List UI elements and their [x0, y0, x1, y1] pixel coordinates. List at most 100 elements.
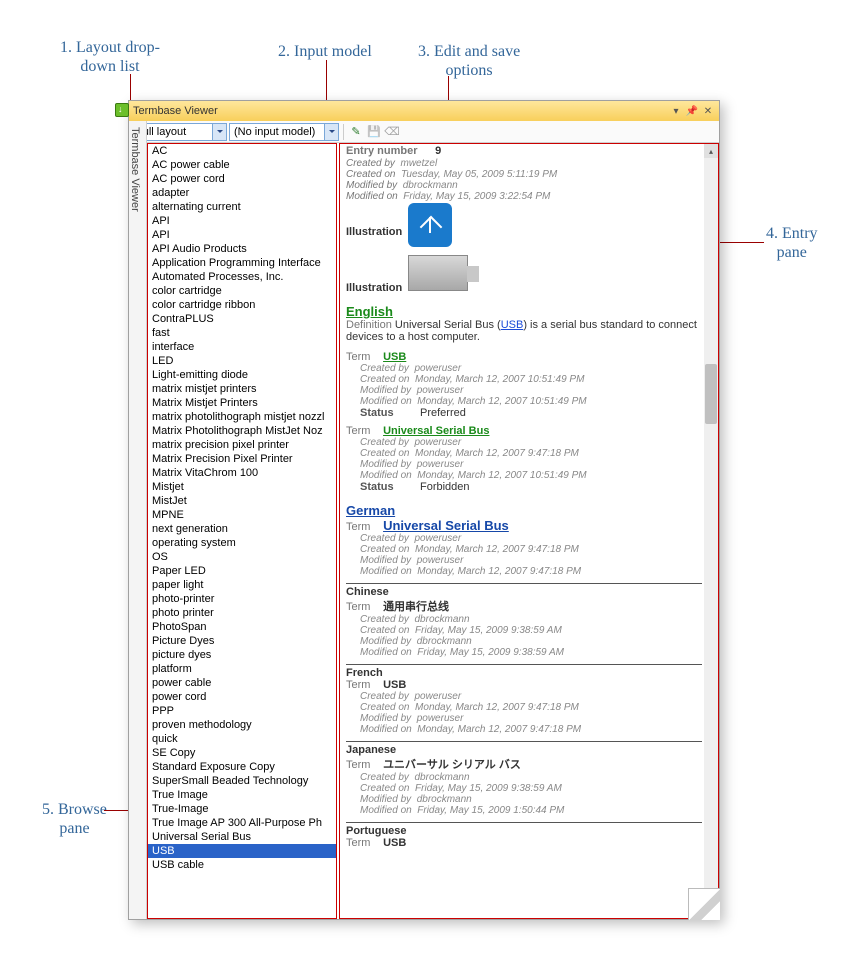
input-model-dropdown[interactable]: (No input model) — [229, 123, 339, 141]
list-item[interactable]: Matrix Precision Pixel Printer — [148, 452, 336, 466]
list-item[interactable]: platform — [148, 662, 336, 676]
list-item[interactable]: color cartridge — [148, 284, 336, 298]
list-item[interactable]: alternating current — [148, 200, 336, 214]
list-item[interactable]: paper light — [148, 578, 336, 592]
list-item[interactable]: API Audio Products — [148, 242, 336, 256]
list-item[interactable]: Matrix Photolithograph MistJet Noz — [148, 424, 336, 438]
meta: Modified by — [360, 555, 411, 566]
meta: Modified by — [360, 459, 411, 470]
list-item[interactable]: next generation — [148, 522, 336, 536]
meta: poweruser — [417, 385, 464, 396]
list-item[interactable]: photo-printer — [148, 592, 336, 606]
list-item[interactable]: True Image — [148, 788, 336, 802]
list-item[interactable]: SuperSmall Beaded Technology — [148, 774, 336, 788]
list-item[interactable]: AC — [148, 144, 336, 158]
list-item[interactable]: power cable — [148, 676, 336, 690]
page-curl-decoration — [688, 888, 720, 920]
meta: poweruser — [417, 713, 464, 724]
term-value[interactable]: USB — [383, 679, 406, 691]
vertical-tab[interactable]: Termbase Viewer — [129, 121, 147, 919]
list-item[interactable]: Matrix VitaChrom 100 — [148, 466, 336, 480]
meta: Modified on — [360, 647, 412, 658]
callout-inputmodel: 2. Input model — [278, 42, 372, 61]
term-label: Term — [346, 425, 380, 437]
edit-icon[interactable]: ✎ — [348, 124, 364, 140]
list-item[interactable]: color cartridge ribbon — [148, 298, 336, 312]
list-item[interactable]: ContraPLUS — [148, 312, 336, 326]
illustration-label: Illustration — [346, 226, 402, 238]
toolbar: Full layout (No input model) ✎ 💾 ⌫ — [129, 121, 719, 143]
list-item[interactable]: Mistjet — [148, 480, 336, 494]
list-item[interactable]: Standard Exposure Copy — [148, 760, 336, 774]
meta: poweruser — [414, 363, 461, 374]
list-item[interactable]: True Image AP 300 All-Purpose Ph — [148, 816, 336, 830]
list-item[interactable]: Light-emitting diode — [148, 368, 336, 382]
meta: Modified by — [360, 713, 411, 724]
meta: Monday, March 12, 2007 9:47:18 PM — [417, 724, 581, 735]
list-item[interactable]: Universal Serial Bus — [148, 830, 336, 844]
entry-number: 9 — [435, 145, 441, 157]
meta: Created by — [360, 533, 409, 544]
term-value[interactable]: ユニバーサル シリアル バス — [383, 759, 521, 771]
dropdown-icon[interactable]: ▾ — [669, 104, 683, 118]
list-item[interactable]: Matrix Mistjet Printers — [148, 396, 336, 410]
list-item[interactable]: True-Image — [148, 802, 336, 816]
titlebar[interactable]: Termbase Viewer ▾ 📌 ✕ — [129, 101, 719, 121]
close-icon[interactable]: ✕ — [701, 104, 715, 118]
list-item[interactable]: PPP — [148, 704, 336, 718]
list-item[interactable]: API — [148, 228, 336, 242]
term-label: Term — [346, 601, 380, 613]
pin-icon[interactable]: 📌 — [685, 104, 699, 118]
list-item[interactable]: SE Copy — [148, 746, 336, 760]
termbase-viewer-window: Termbase Viewer ▾ 📌 ✕ Full layout (No in… — [128, 100, 720, 920]
client-area: ACAC power cableAC power cordadapteralte… — [147, 143, 719, 919]
scroll-thumb[interactable] — [705, 364, 717, 424]
meta: dbrockmann — [414, 614, 469, 625]
list-item[interactable]: API — [148, 214, 336, 228]
value-modified-by: dbrockmann — [403, 180, 458, 191]
divider — [346, 822, 702, 823]
list-item[interactable]: USB — [148, 844, 336, 858]
list-item[interactable]: USB cable — [148, 858, 336, 872]
term-value[interactable]: USB — [383, 351, 406, 363]
list-item[interactable]: Paper LED — [148, 564, 336, 578]
entry-number-label: Entry number — [346, 145, 432, 157]
status-value: Preferred — [420, 407, 466, 419]
term-value[interactable]: 通用串行总线 — [383, 601, 449, 613]
meta: Modified by — [360, 794, 411, 805]
list-item[interactable]: operating system — [148, 536, 336, 550]
list-item[interactable]: adapter — [148, 186, 336, 200]
list-item[interactable]: Application Programming Interface — [148, 256, 336, 270]
lang-chinese: Chinese — [346, 586, 389, 598]
list-item[interactable]: LED — [148, 354, 336, 368]
list-item[interactable]: AC power cord — [148, 172, 336, 186]
list-item[interactable]: Picture Dyes — [148, 634, 336, 648]
list-item[interactable]: matrix photolithograph mistjet nozzl — [148, 410, 336, 424]
list-item[interactable]: picture dyes — [148, 648, 336, 662]
list-item[interactable]: Automated Processes, Inc. — [148, 270, 336, 284]
list-item[interactable]: photo printer — [148, 606, 336, 620]
definition-link[interactable]: USB — [501, 319, 524, 331]
list-item[interactable]: quick — [148, 732, 336, 746]
list-item[interactable]: OS — [148, 550, 336, 564]
term-value[interactable]: Universal Serial Bus — [383, 425, 489, 437]
list-item[interactable]: power cord — [148, 690, 336, 704]
meta: Modified on — [360, 566, 412, 577]
list-item[interactable]: interface — [148, 340, 336, 354]
term-value[interactable]: USB — [383, 837, 406, 849]
list-item[interactable]: PhotoSpan — [148, 620, 336, 634]
list-item[interactable]: fast — [148, 326, 336, 340]
scrollbar[interactable]: ▴ ▾ — [704, 144, 718, 918]
list-item[interactable]: MPNE — [148, 508, 336, 522]
list-item[interactable]: AC power cable — [148, 158, 336, 172]
browse-pane[interactable]: ACAC power cableAC power cordadapteralte… — [147, 143, 337, 919]
list-item[interactable]: matrix precision pixel printer — [148, 438, 336, 452]
term-value[interactable]: Universal Serial Bus — [383, 518, 509, 533]
meta: Created on — [360, 374, 409, 385]
list-item[interactable]: matrix mistjet printers — [148, 382, 336, 396]
scroll-up-icon[interactable]: ▴ — [704, 144, 718, 158]
term-label: Term — [346, 351, 380, 363]
list-item[interactable]: MistJet — [148, 494, 336, 508]
list-item[interactable]: proven methodology — [148, 718, 336, 732]
divider — [346, 583, 702, 584]
